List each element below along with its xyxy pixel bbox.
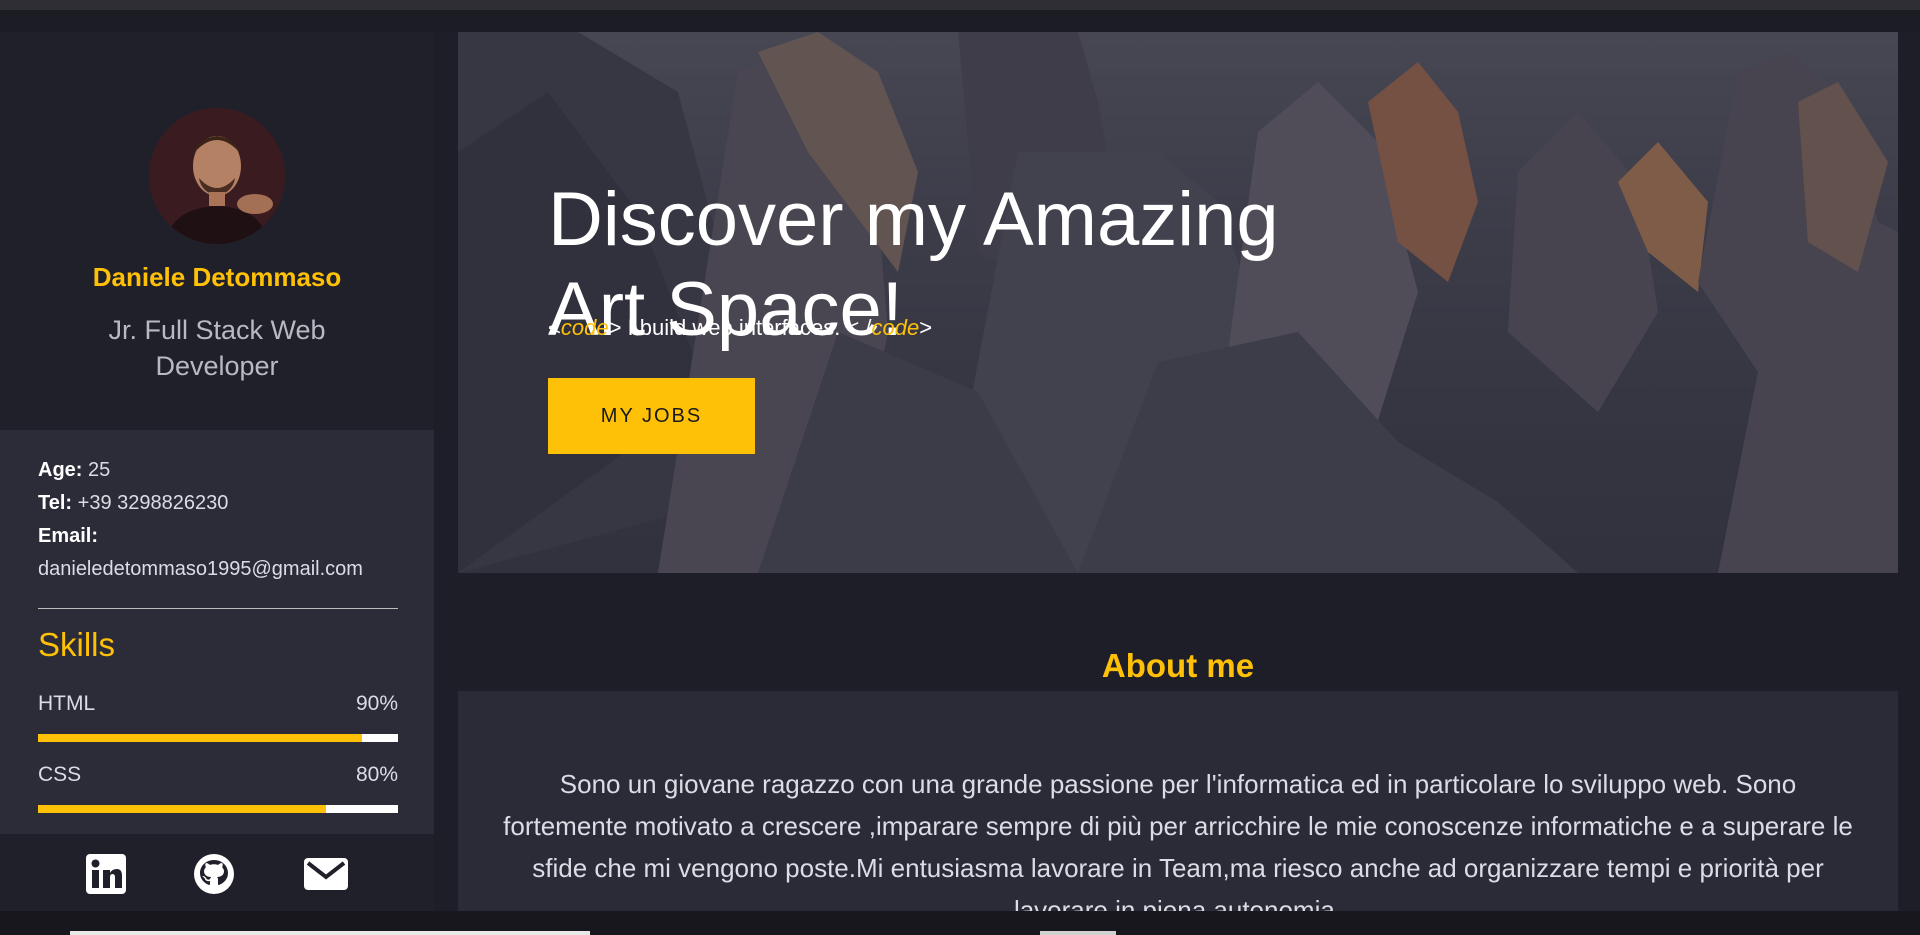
sidebar: Daniele Detommaso Jr. Full Stack Web Dev… (0, 32, 434, 911)
hero-subtitle: <code> I build web interfaces. < /code> (548, 315, 1248, 341)
profile-role: Jr. Full Stack Web Developer (108, 315, 326, 381)
divider (38, 608, 398, 609)
skill-bar-fill (38, 734, 362, 742)
skill-bar (38, 805, 398, 813)
email-icon[interactable] (302, 852, 348, 896)
tel-value: +39 3298826230 (77, 492, 229, 514)
skill-percent: 90% (355, 692, 398, 715)
age-label: Age: (38, 459, 83, 481)
email-value: danieledetommaso1995@gmail.com (38, 558, 363, 580)
skill-html: HTML 90% (38, 692, 398, 742)
skill-name: HTML (38, 692, 96, 715)
email-line: Email: (38, 520, 418, 553)
hero-title-line-1: Discover my Amazing (548, 176, 1279, 262)
my-jobs-button[interactable]: MY JOBS (548, 378, 755, 454)
about-title: About me (1101, 647, 1255, 685)
skill-bar-fill (38, 805, 326, 813)
code-bracket-close: > (919, 315, 933, 340)
skill-percent: 80% (355, 763, 398, 786)
scrollbar-track[interactable] (70, 931, 590, 935)
age-value: 25 (88, 459, 111, 481)
contact-info: Age: 25 Tel: +39 3298826230 Email: danie… (38, 454, 418, 586)
skill-row: HTML 90% (38, 692, 398, 716)
hero-banner: Discover my Amazing Art Space! <code> I … (458, 32, 1898, 573)
skill-row: CSS 80% (38, 763, 398, 787)
github-icon[interactable] (192, 852, 236, 896)
code-tag-open: code (560, 315, 609, 340)
code-bracket-open: < (548, 315, 561, 340)
info-panel: Age: 25 Tel: +39 3298826230 Email: danie… (0, 430, 434, 834)
about-header: About me (458, 573, 1898, 691)
tel-line: Tel: +39 3298826230 (38, 487, 418, 520)
avatar (149, 108, 285, 244)
profile-name: Daniele Detommaso (92, 262, 342, 292)
email-label: Email: (38, 525, 99, 547)
skills-title: Skills (38, 626, 116, 663)
skill-bar (38, 734, 398, 742)
scrollbar-thumb[interactable] (1040, 931, 1116, 935)
profile-card: Daniele Detommaso Jr. Full Stack Web Dev… (0, 32, 434, 430)
age-line: Age: 25 (38, 454, 418, 487)
about-text: Sono un giovane ragazzo con una grande p… (503, 769, 1853, 925)
tel-label: Tel: (38, 492, 73, 514)
code-tag-close: code (871, 315, 920, 340)
skill-name: CSS (38, 763, 82, 786)
hero-subtitle-text: > I build web interfaces. < / (608, 315, 872, 340)
browser-top-bar (0, 0, 1920, 10)
linkedin-icon[interactable] (84, 852, 128, 896)
about-section: Sono un giovane ragazzo con una grande p… (458, 691, 1898, 925)
social-links (0, 834, 434, 911)
skill-css: CSS 80% (38, 763, 398, 813)
page-top-gap (0, 10, 1920, 32)
